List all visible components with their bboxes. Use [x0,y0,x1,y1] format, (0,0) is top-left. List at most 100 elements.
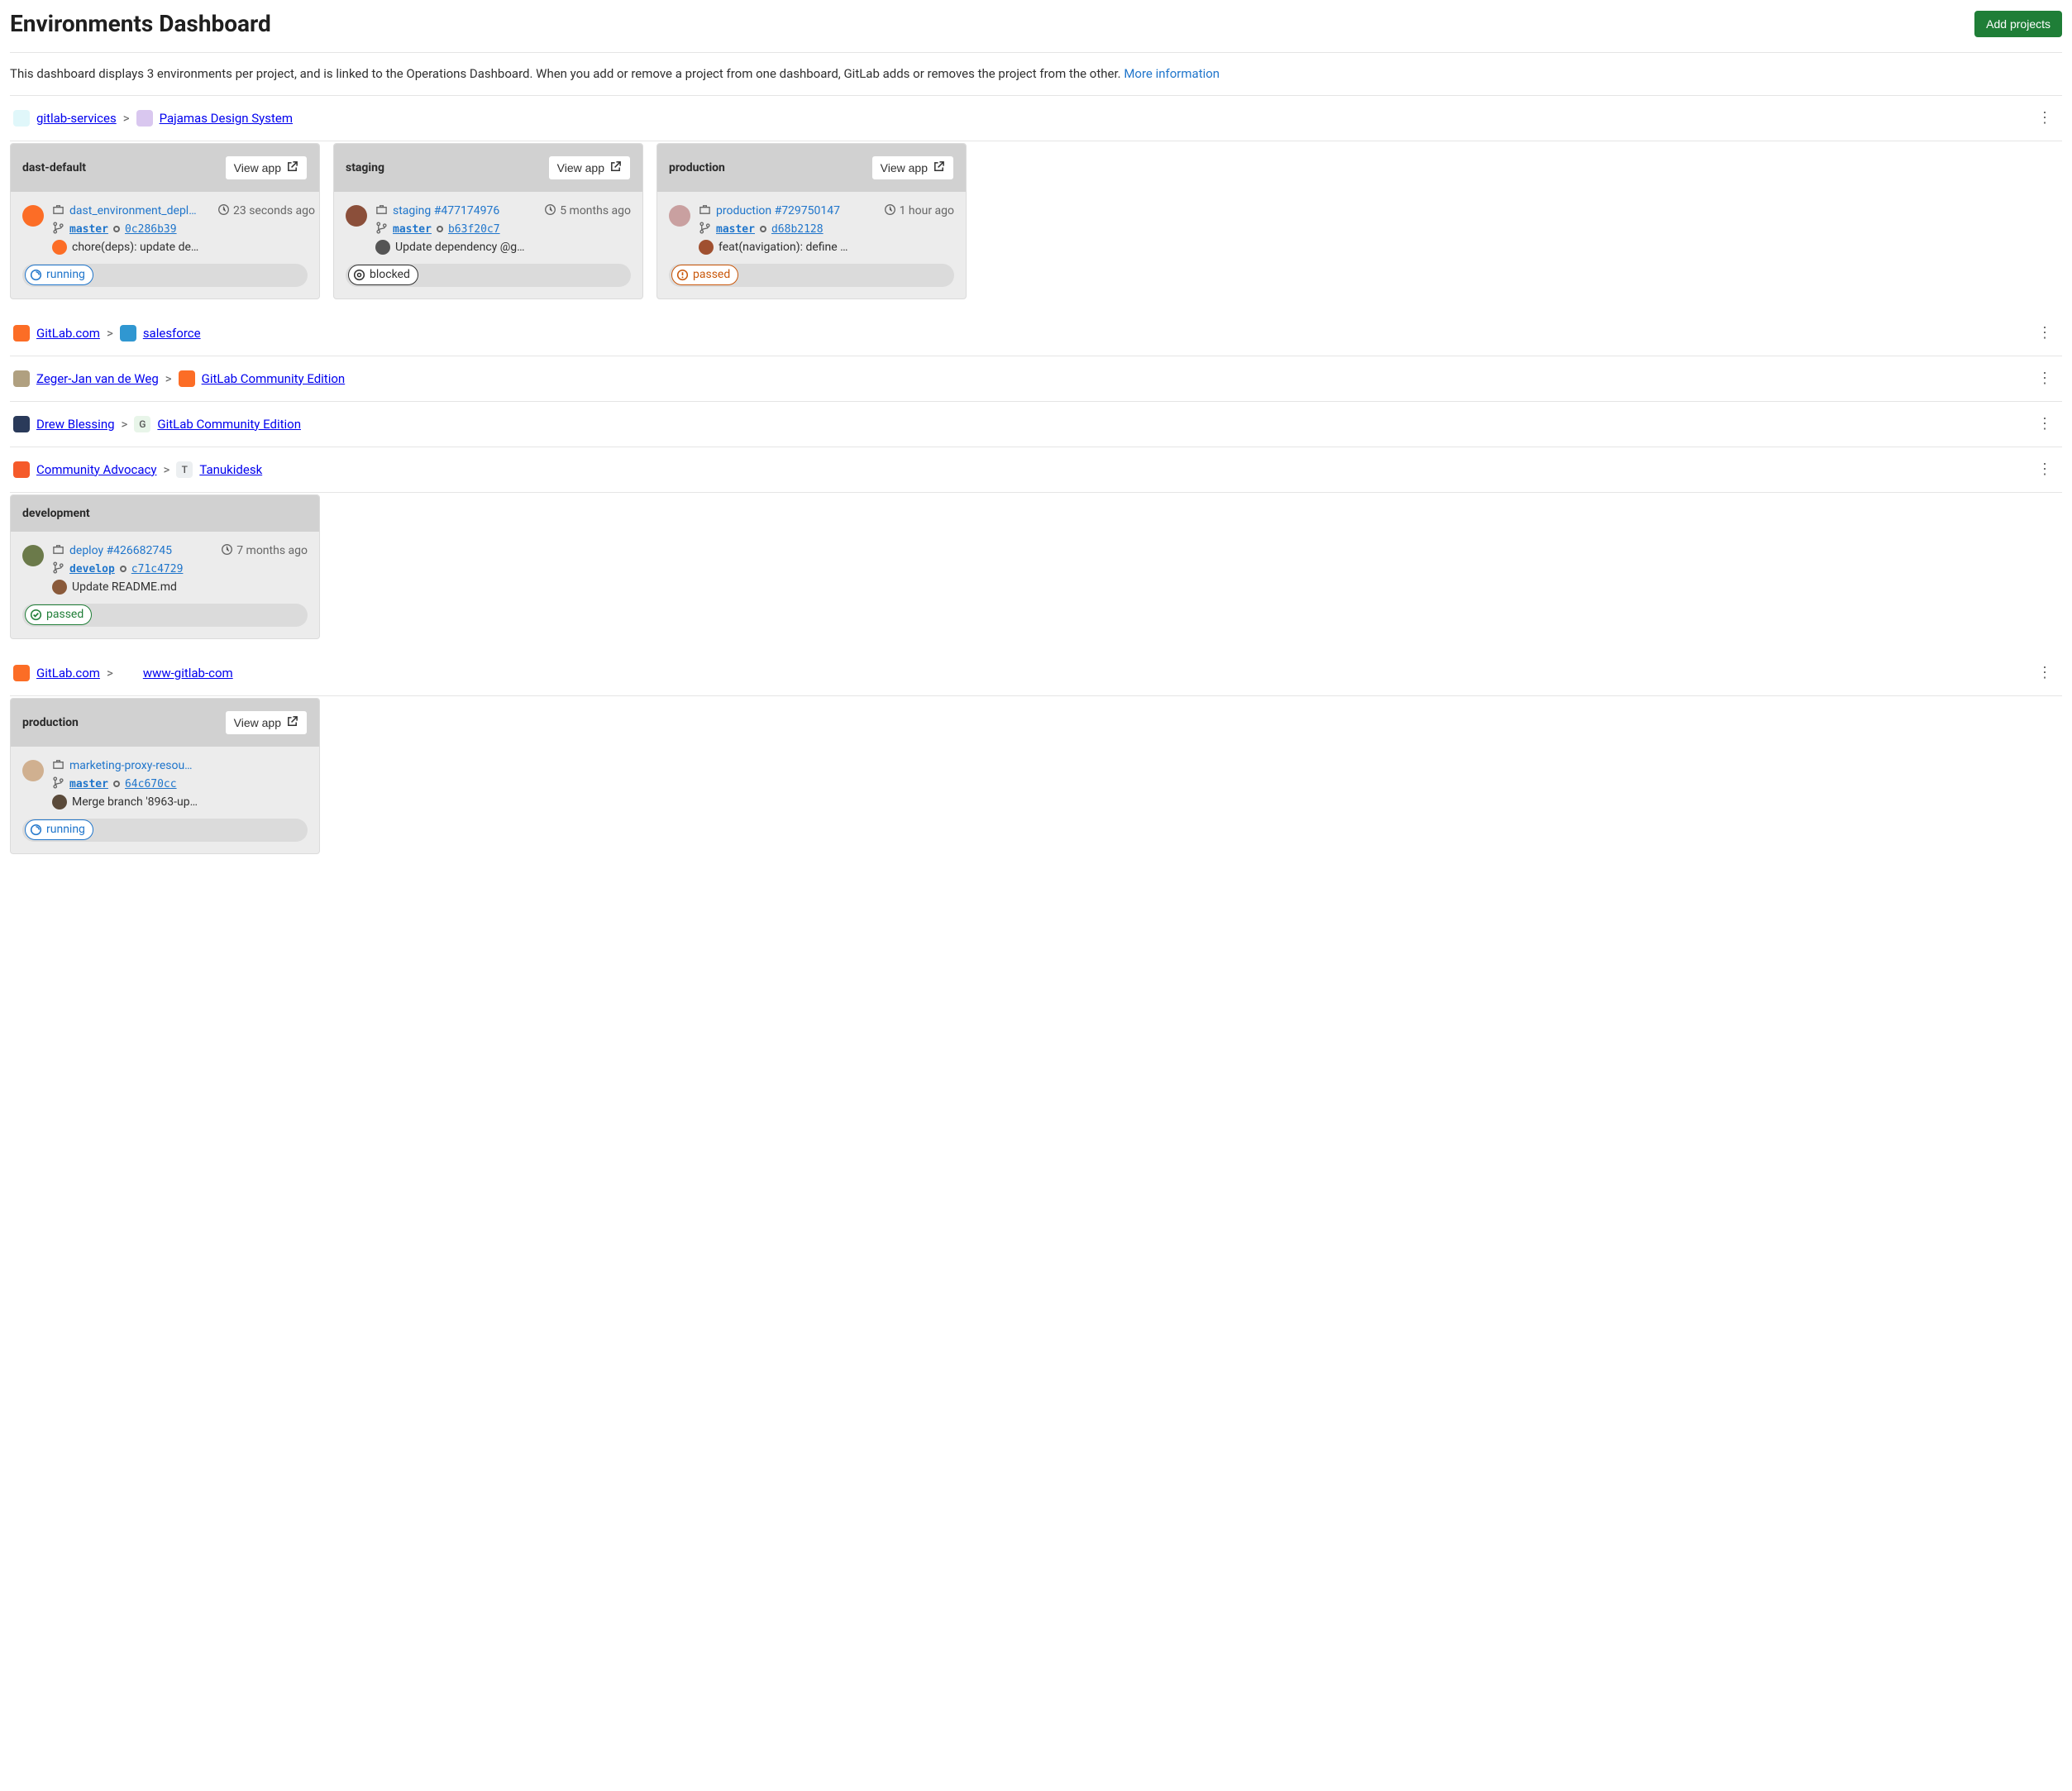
status-pill-running[interactable]: running [25,819,93,840]
commit-sha-link[interactable]: d68b2128 [771,223,824,236]
dashboard-description: This dashboard displays 3 environments p… [10,64,2062,84]
project-avatar: G [134,416,150,432]
commit-message[interactable]: chore(deps): update de… [72,241,198,254]
deployer-avatar[interactable] [22,545,44,566]
project-row: Drew Blessing > G GitLab Community Editi… [10,402,2062,447]
job-link[interactable]: production #729750147 [716,204,840,217]
project-row: Community Advocacy > T Tanukidesk [10,447,2062,492]
commit-author-avatar[interactable] [52,795,67,810]
commit-author-avatar[interactable] [52,240,67,255]
environment-name[interactable]: staging [346,161,384,174]
commit-sha-link[interactable]: b63f20c7 [448,223,500,236]
commit-message[interactable]: feat(navigation): define … [719,241,848,254]
branch-icon [52,561,64,577]
environment-name[interactable]: dast-default [22,161,86,174]
project-menu-button[interactable] [2031,107,2059,129]
branch-icon [52,222,64,237]
project-menu-button[interactable] [2031,662,2059,684]
job-icon [375,203,388,219]
external-link-icon [286,160,298,175]
breadcrumb-separator: > [163,462,169,477]
branch-icon [52,776,64,792]
status-pill-running[interactable]: running [25,265,93,285]
project-row: GitLab.com > www-gitlab-com [10,651,2062,695]
commit-icon [760,226,766,232]
group-avatar [13,665,30,681]
branch-link[interactable]: develop [69,563,115,576]
group-link[interactable]: Zeger-Jan van de Weg [36,371,159,386]
project-row: gitlab-services > Pajamas Design System [10,96,2062,141]
project-link[interactable]: Pajamas Design System [160,111,293,126]
status-pill-passed[interactable]: passed [25,604,92,625]
branch-icon [699,222,711,237]
project-menu-button[interactable] [2031,413,2059,435]
group-link[interactable]: GitLab.com [36,326,100,341]
project-link[interactable]: GitLab Community Edition [202,371,346,386]
breadcrumb-separator: > [123,111,130,126]
status-pill-passed-warning[interactable]: passed [671,265,738,285]
project-menu-button[interactable] [2031,322,2059,344]
pipeline-status-bar: passed [669,264,954,287]
branch-link[interactable]: master [716,223,755,236]
group-avatar [13,461,30,478]
branch-link[interactable]: master [69,778,108,790]
deployer-avatar[interactable] [22,760,44,781]
group-link[interactable]: Drew Blessing [36,417,115,432]
deployer-avatar[interactable] [346,205,367,227]
deploy-time: 23 seconds ago [217,203,308,257]
breadcrumb-separator: > [107,326,113,341]
group-link[interactable]: gitlab-services [36,111,117,126]
job-link[interactable]: deploy #426682745 [69,544,172,557]
commit-sha-link[interactable]: 64c670cc [125,778,177,790]
commit-author-avatar[interactable] [699,240,714,255]
view-app-button[interactable]: View app [225,710,308,735]
deploy-time: 1 hour ago [884,203,954,257]
deployer-avatar[interactable] [669,205,690,227]
project-avatar [136,110,153,127]
job-link[interactable]: dast_environment_depl… [69,204,197,217]
environment-card: staging View app staging #477174976 mast… [333,143,643,299]
group-avatar [13,110,30,127]
project-link[interactable]: Tanukidesk [199,462,262,477]
commit-sha-link[interactable]: c71c4729 [131,563,184,576]
commit-author-avatar[interactable] [52,580,67,595]
environment-card: production View app production #72975014… [656,143,967,299]
commit-icon [113,781,120,787]
add-projects-button[interactable]: Add projects [1974,11,2062,37]
commit-message[interactable]: Update dependency @g… [395,241,525,254]
environment-name[interactable]: development [22,507,90,520]
commit-message[interactable]: Merge branch '8963-up… [72,795,198,809]
project-avatar [120,665,136,681]
deployer-avatar[interactable] [22,205,44,227]
view-app-button[interactable]: View app [225,155,308,180]
job-link[interactable]: marketing-proxy-resou… [69,759,193,772]
view-app-button[interactable]: View app [871,155,954,180]
more-info-link[interactable]: More information [1124,66,1220,81]
commit-message[interactable]: Update README.md [72,580,177,594]
branch-link[interactable]: master [393,223,432,236]
breadcrumb-separator: > [122,417,128,432]
clock-icon [217,203,230,219]
job-link[interactable]: staging #477174976 [393,204,499,217]
environment-name[interactable]: production [22,716,79,729]
commit-sha-link[interactable]: 0c286b39 [125,223,177,236]
project-menu-button[interactable] [2031,368,2059,389]
group-link[interactable]: GitLab.com [36,666,100,681]
project-link[interactable]: salesforce [143,326,201,341]
project-link[interactable]: GitLab Community Edition [157,417,301,432]
commit-author-avatar[interactable] [375,240,390,255]
status-pill-blocked[interactable]: blocked [348,265,418,285]
view-app-button[interactable]: View app [548,155,631,180]
project-avatar: T [176,461,193,478]
external-link-icon [286,715,298,730]
environment-name[interactable]: production [669,161,725,174]
external-link-icon [609,160,622,175]
group-avatar [13,370,30,387]
breadcrumb-separator: > [165,371,172,386]
group-link[interactable]: Community Advocacy [36,462,156,477]
project-link[interactable]: www-gitlab-com [143,666,233,681]
external-link-icon [933,160,945,175]
job-icon [52,203,64,219]
project-menu-button[interactable] [2031,459,2059,480]
branch-link[interactable]: master [69,223,108,236]
